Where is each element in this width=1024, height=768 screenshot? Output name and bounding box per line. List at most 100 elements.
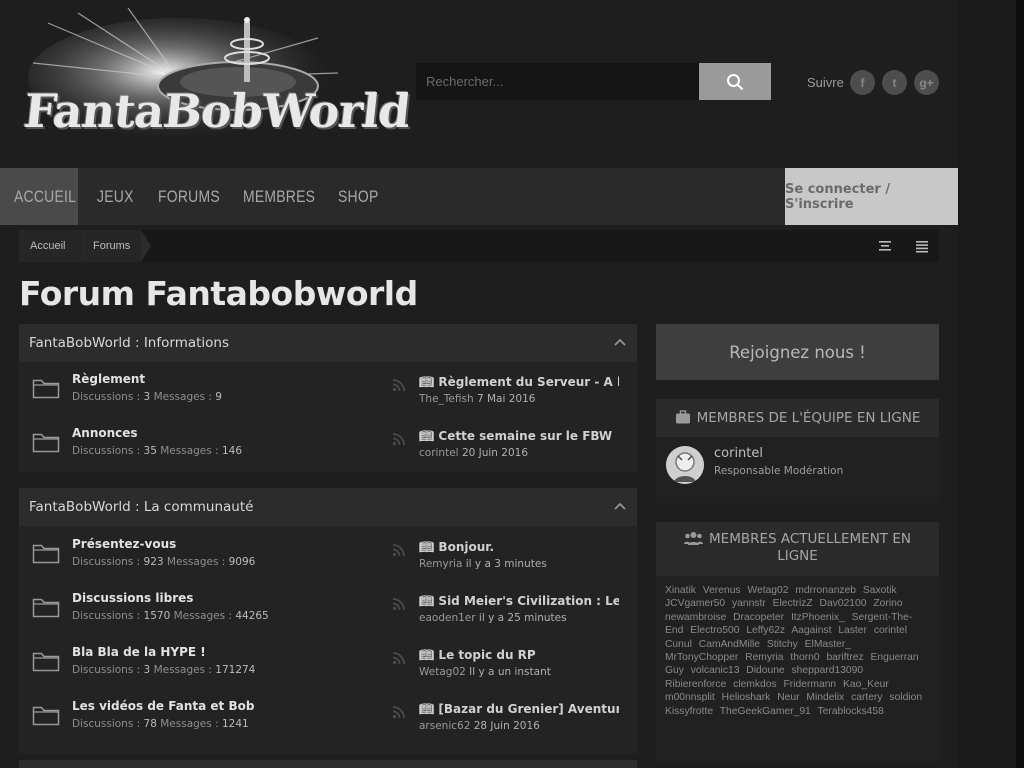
category-header-informations: FantaBobWorld : Informations	[19, 324, 637, 362]
avatar[interactable]	[666, 446, 704, 484]
online-member-link[interactable]: soldion	[889, 692, 922, 703]
scrollbar-track[interactable]	[1016, 0, 1024, 768]
online-member-link[interactable]: newambroise	[665, 612, 726, 623]
forum-title[interactable]: Bla Bla de la HYPE !	[72, 645, 206, 659]
join-us-button[interactable]: Rejoignez nous !	[656, 324, 939, 380]
online-member-link[interactable]: Didoune	[746, 665, 784, 676]
category-title[interactable]: FantaBobWorld : Informations	[29, 335, 229, 351]
online-member-link[interactable]: Fridermann	[784, 679, 837, 690]
forum-title[interactable]: Présentez-vous	[72, 537, 176, 551]
online-member-link[interactable]: Wetag02	[747, 585, 788, 596]
online-member-link[interactable]: Verenus	[703, 585, 741, 596]
staff-role: Responsable Modération	[714, 465, 844, 477]
online-member-link[interactable]: Aagainst	[791, 625, 831, 636]
online-member-link[interactable]: corintel	[874, 625, 907, 636]
breadcrumb-forums[interactable]: Forums	[93, 230, 130, 262]
online-member-link[interactable]: Ribierenforce	[665, 679, 726, 690]
category-header-next	[19, 760, 637, 768]
last-post-title[interactable]: 📖︎ Le topic du RP	[419, 648, 536, 662]
google-plus-icon[interactable]: g+	[914, 70, 939, 95]
last-post-title[interactable]: 📖︎ Cette semaine sur le FBW	[419, 429, 612, 443]
category-title[interactable]: FantaBobWorld : La communauté	[29, 499, 253, 515]
online-member-link[interactable]: Terablocks458	[817, 706, 883, 717]
online-member-link[interactable]: Helioshark	[722, 692, 771, 703]
category-header-communaute: FantaBobWorld : La communauté	[19, 488, 637, 526]
rss-icon[interactable]	[392, 705, 406, 719]
online-member-link[interactable]: Dracopeter	[733, 612, 784, 623]
online-member-link[interactable]: TheGeekGamer_91	[720, 706, 811, 717]
online-member-link[interactable]: volcanic13	[691, 665, 740, 676]
site-header: FantaBobWorld Suivre f t g+	[0, 0, 958, 168]
online-member-link[interactable]: bariftrez	[826, 652, 863, 663]
folder-icon	[32, 652, 60, 672]
nav-item-forums[interactable]: FORUMS	[158, 168, 220, 225]
online-member-link[interactable]: mdrronanzeb	[795, 585, 856, 596]
online-member-link[interactable]: Remyria	[745, 652, 783, 663]
rss-icon[interactable]	[392, 651, 406, 665]
online-member-link[interactable]: Dav02100	[820, 598, 867, 609]
online-member-link[interactable]: MrTonyChopper	[665, 652, 738, 663]
online-member-link[interactable]: Neur	[777, 692, 799, 703]
forum-title[interactable]: Discussions libres	[72, 591, 193, 605]
last-post-meta: The_Tefish 7 Mai 2016	[419, 393, 536, 405]
category-body-communaute: Présentez-vous Discussions : 923 Message…	[19, 526, 637, 754]
online-member-link[interactable]: ItzPhoenix_	[791, 612, 845, 623]
staff-name[interactable]: corintel	[714, 446, 763, 461]
online-member-link[interactable]: yannstr	[732, 598, 766, 609]
online-member-link[interactable]: ElectrizZ	[773, 598, 813, 609]
online-member-link[interactable]: clemkdos	[733, 679, 777, 690]
online-member-link[interactable]: Cunul	[665, 639, 692, 650]
online-member-link[interactable]: Zorino	[873, 598, 902, 609]
forum-title[interactable]: Règlement	[72, 372, 145, 386]
twitter-icon[interactable]: t	[882, 70, 907, 95]
list-view-icon[interactable]	[914, 238, 930, 254]
chevron-up-icon[interactable]	[613, 500, 627, 514]
users-icon	[684, 532, 704, 545]
nav-item-membres[interactable]: MEMBRES	[243, 168, 315, 225]
online-member-link[interactable]: m00nnsplit	[665, 692, 715, 703]
rss-icon[interactable]	[392, 378, 406, 392]
online-member-link[interactable]: Laster	[838, 625, 867, 636]
last-post-title[interactable]: 📖︎ Règlement du Serveur - A lire ...	[419, 375, 619, 389]
forum-title[interactable]: Les vidéos de Fanta et Bob	[72, 699, 254, 713]
login-register-button[interactable]: Se connecter / S'inscrire	[785, 168, 958, 225]
online-member-link[interactable]: CamAndMille	[699, 639, 760, 650]
search-input[interactable]	[416, 63, 699, 100]
logo-wordmark: FantaBobWorld	[21, 84, 413, 138]
last-post-title[interactable]: 📖︎ Bonjour.	[419, 540, 494, 554]
last-post-meta: eaoden1er il y a 25 minutes	[419, 612, 567, 624]
online-member-link[interactable]: Mindelix	[806, 692, 844, 703]
nav-item-jeux[interactable]: JEUX	[97, 168, 134, 225]
mark-read-icon[interactable]	[877, 238, 893, 254]
last-post-title[interactable]: 📖︎ Sid Meier's Civilization : Le to...	[419, 594, 619, 608]
online-member-link[interactable]: ElMaster_	[805, 639, 851, 650]
last-post-title[interactable]: 📖︎ [Bazar du Grenier] Aventures ...	[419, 702, 619, 716]
rss-icon[interactable]	[392, 543, 406, 557]
online-member-link[interactable]: Xinatik	[665, 585, 696, 596]
search-button[interactable]	[699, 63, 771, 100]
last-post-meta: arsenic62 28 Juin 2016	[419, 720, 540, 732]
online-member-link[interactable]: thorn0	[790, 652, 819, 663]
online-member-link[interactable]: sheppard13090	[792, 665, 864, 676]
rss-icon[interactable]	[392, 432, 406, 446]
forum-row: Règlement Discussions : 3 Messages : 9 📖…	[19, 364, 637, 418]
online-member-link[interactable]: Kissyfrotte	[665, 706, 713, 717]
online-member-link[interactable]: Electro500	[690, 625, 739, 636]
online-member-link[interactable]: cartery	[851, 692, 882, 703]
online-member-link[interactable]: Kao_Keur	[843, 679, 889, 690]
chevron-up-icon[interactable]	[613, 336, 627, 350]
rss-icon[interactable]	[392, 597, 406, 611]
forum-title[interactable]: Annonces	[72, 426, 138, 440]
online-member-link[interactable]: Saxotik	[863, 585, 897, 596]
forum-row: Présentez-vous Discussions : 923 Message…	[19, 529, 637, 583]
forum-row: Bla Bla de la HYPE ! Discussions : 3 Mes…	[19, 637, 637, 691]
site-logo[interactable]: FantaBobWorld	[18, 7, 412, 163]
online-member-link[interactable]: Leffy62z	[746, 625, 785, 636]
facebook-icon[interactable]: f	[850, 70, 875, 95]
breadcrumb-accueil[interactable]: Accueil	[30, 230, 65, 262]
nav-item-accueil[interactable]: ACCUEIL	[14, 168, 76, 225]
page-title: Forum Fantabobworld	[19, 274, 418, 313]
nav-item-shop[interactable]: SHOP	[338, 168, 379, 225]
online-member-link[interactable]: Stitchy	[767, 639, 798, 650]
online-member-link[interactable]: JCVgamer50	[665, 598, 725, 609]
